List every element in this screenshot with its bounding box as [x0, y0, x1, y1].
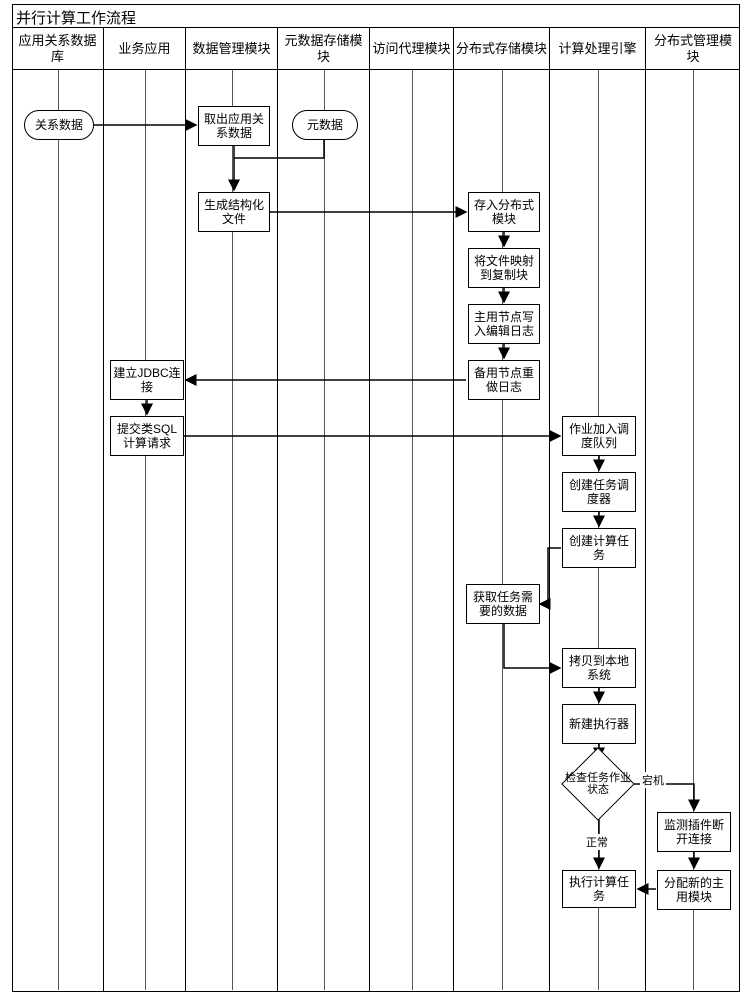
diagram-title: 并行计算工作流程: [12, 4, 740, 28]
node-store-dist: 存入分布式模块: [468, 192, 540, 232]
lane-head-5: 分布式存储模块: [454, 28, 549, 70]
decision-check-status: 检查任务作业状态: [572, 758, 624, 810]
node-run-task: 执行计算任务: [562, 870, 636, 908]
data-relational: 关系数据: [24, 110, 94, 140]
node-sql-request: 提交类SQL计算请求: [110, 416, 184, 456]
node-get-data: 获取任务需要的数据: [466, 584, 540, 624]
node-scheduler: 创建任务调度器: [562, 472, 636, 512]
node-fetch-relational: 取出应用关系数据: [198, 106, 270, 146]
node-master-log: 主用节点写入编辑日志: [468, 304, 540, 344]
node-new-executor: 新建执行器: [562, 704, 636, 744]
lane-head-1: 业务应用: [104, 28, 185, 70]
lane-head-3: 元数据存储模块: [278, 28, 369, 70]
lane-head-4: 访问代理模块: [370, 28, 453, 70]
node-jdbc: 建立JDBC连接: [110, 360, 184, 400]
edge-label-crash: 宕机: [640, 772, 666, 788]
node-map-blocks: 将文件映射到复制块: [468, 248, 540, 288]
node-standby-log: 备用节点重做日志: [468, 360, 540, 400]
node-generate-file: 生成结构化文件: [198, 192, 270, 232]
node-copy-local: 拷贝到本地系统: [562, 648, 636, 688]
lane-head-6: 计算处理引擎: [550, 28, 645, 70]
lane-head-0: 应用关系数据库: [12, 28, 103, 70]
node-assign-master: 分配新的主用模块: [657, 870, 731, 910]
edge-label-normal: 正常: [584, 834, 610, 850]
lane-head-7: 分布式管理模块: [646, 28, 740, 70]
node-create-task: 创建计算任务: [562, 528, 636, 568]
node-queue: 作业加入调度队列: [562, 416, 636, 456]
data-metadata: 元数据: [292, 110, 358, 140]
node-plugin-disconnect: 监测插件断开连接: [657, 812, 731, 852]
lane-head-2: 数据管理模块: [186, 28, 277, 70]
